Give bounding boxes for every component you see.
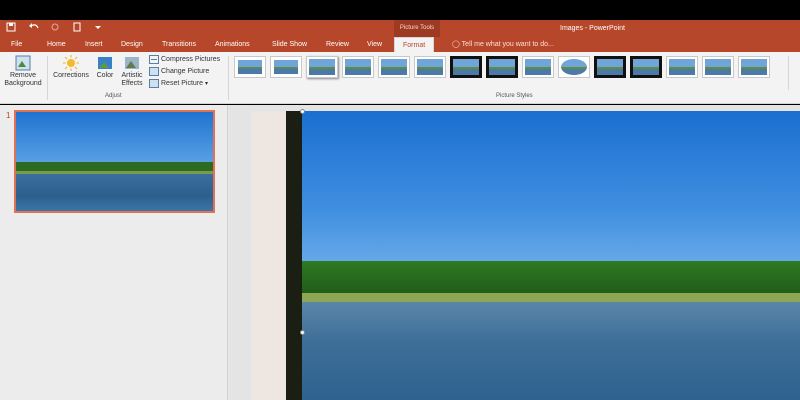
picture-style-thumbnail[interactable] [234,56,266,78]
picture-tools-context-tab: Picture Tools [394,20,440,37]
tab-design[interactable]: Design [121,37,143,52]
picture-style-thumbnail[interactable] [414,56,446,78]
change-picture-icon [149,67,159,76]
tab-slide-show[interactable]: Slide Show [272,37,307,52]
ribbon: Remove Background Corrections Color Arti… [0,52,800,104]
color-picture-icon [98,57,112,69]
tell-me-text: Tell me what you want to do... [461,41,554,48]
thumbnail-water [16,174,213,211]
artistic-effects-button[interactable]: Artistic Effects [118,55,146,88]
picture-style-thumbnail[interactable] [378,56,410,78]
picture-styles-gallery [234,56,770,90]
picture-style-thumbnail[interactable] [702,56,734,78]
picture-style-thumbnail[interactable] [738,56,770,78]
tab-insert[interactable]: Insert [85,37,103,52]
thumbnail-sky [16,112,213,167]
quick-access-toolbar [6,22,106,34]
color-button[interactable]: Color [93,55,117,80]
customize-qat-icon[interactable] [94,22,106,34]
tab-format[interactable]: Format [394,37,435,52]
lightbulb-icon: ◯ [452,41,460,48]
picture-style-thumbnail[interactable] [450,56,482,78]
picture-style-thumbnail[interactable] [558,56,590,78]
artistic-effects-label-1: Artistic [121,72,143,79]
picture-style-thumbnail[interactable] [630,56,662,78]
work-area: 1 [0,105,800,400]
tab-view[interactable]: View [367,37,382,52]
adjust-group-label: Adjust [105,93,122,99]
save-icon[interactable] [6,22,18,34]
tab-animations[interactable]: Animations [215,37,250,52]
picture-style-thumbnail[interactable] [486,56,518,78]
picture-style-thumbnail[interactable] [306,56,338,78]
redo-icon[interactable] [50,22,62,34]
ribbon-tab-row: File Home Insert Design Transitions Anim… [0,37,800,52]
undo-icon[interactable] [28,22,40,34]
change-picture-button[interactable]: Change Picture [149,67,209,76]
corrections-label: Corrections [53,72,89,79]
picture-styles-group-label: Picture Styles [496,93,533,99]
picture-style-thumbnail[interactable] [270,56,302,78]
picture-style-thumbnail[interactable] [522,56,554,78]
remove-background-icon [15,55,31,71]
reset-picture-icon [149,79,159,88]
tab-home[interactable]: Home [47,37,66,52]
compress-icon [149,55,159,64]
ribbon-separator [228,56,229,100]
compress-pictures-label: Compress Pictures [161,56,221,63]
selected-picture[interactable] [302,111,800,400]
dropdown-arrow-icon[interactable]: ▾ [205,80,208,87]
touch-mode-icon[interactable] [72,22,84,34]
slide-thumbnail-pane[interactable]: 1 [0,105,228,400]
picture-sky [302,111,800,273]
ribbon-separator [47,56,48,100]
color-label: Color [96,72,114,79]
artistic-effects-label-2: Effects [121,80,143,87]
picture-shoreline [302,293,800,302]
picture-style-thumbnail[interactable] [594,56,626,78]
artistic-effects-icon [125,57,139,69]
title-bar: Picture Tools Images - PowerPoint [0,20,800,37]
tab-review[interactable]: Review [326,37,349,52]
sun-icon [63,55,79,71]
resize-handle[interactable] [300,109,305,114]
document-title: Images - PowerPoint [560,25,625,32]
remove-background-label-2: Background [4,80,42,87]
change-picture-label: Change Picture [161,68,210,75]
picture-treeline [302,261,800,296]
slide-thumbnail[interactable] [14,110,215,213]
reset-picture-button[interactable]: Reset Picture ▾ [149,79,208,88]
slide-number: 1 [6,111,11,120]
resize-handle[interactable] [300,330,305,335]
picture-water [302,301,800,400]
slide-canvas[interactable] [251,109,800,400]
corrections-button[interactable]: Corrections [50,55,92,80]
picture-style-thumbnail[interactable] [342,56,374,78]
remove-background-button[interactable]: Remove Background [2,55,44,88]
slide-editor [229,105,800,400]
remove-background-label-1: Remove [9,72,37,79]
gallery-scroll-arrows[interactable] [788,56,798,90]
tell-me-box[interactable]: ◯ Tell me what you want to do... [452,37,554,52]
thumbnail-treeline [16,161,213,172]
slide-dark-strip [286,111,302,400]
compress-pictures-button[interactable]: Compress Pictures [149,55,220,64]
tab-transitions[interactable]: Transitions [162,37,196,52]
tab-file[interactable]: File [11,37,22,52]
picture-style-thumbnail[interactable] [666,56,698,78]
reset-picture-label: Reset Picture [161,80,204,87]
